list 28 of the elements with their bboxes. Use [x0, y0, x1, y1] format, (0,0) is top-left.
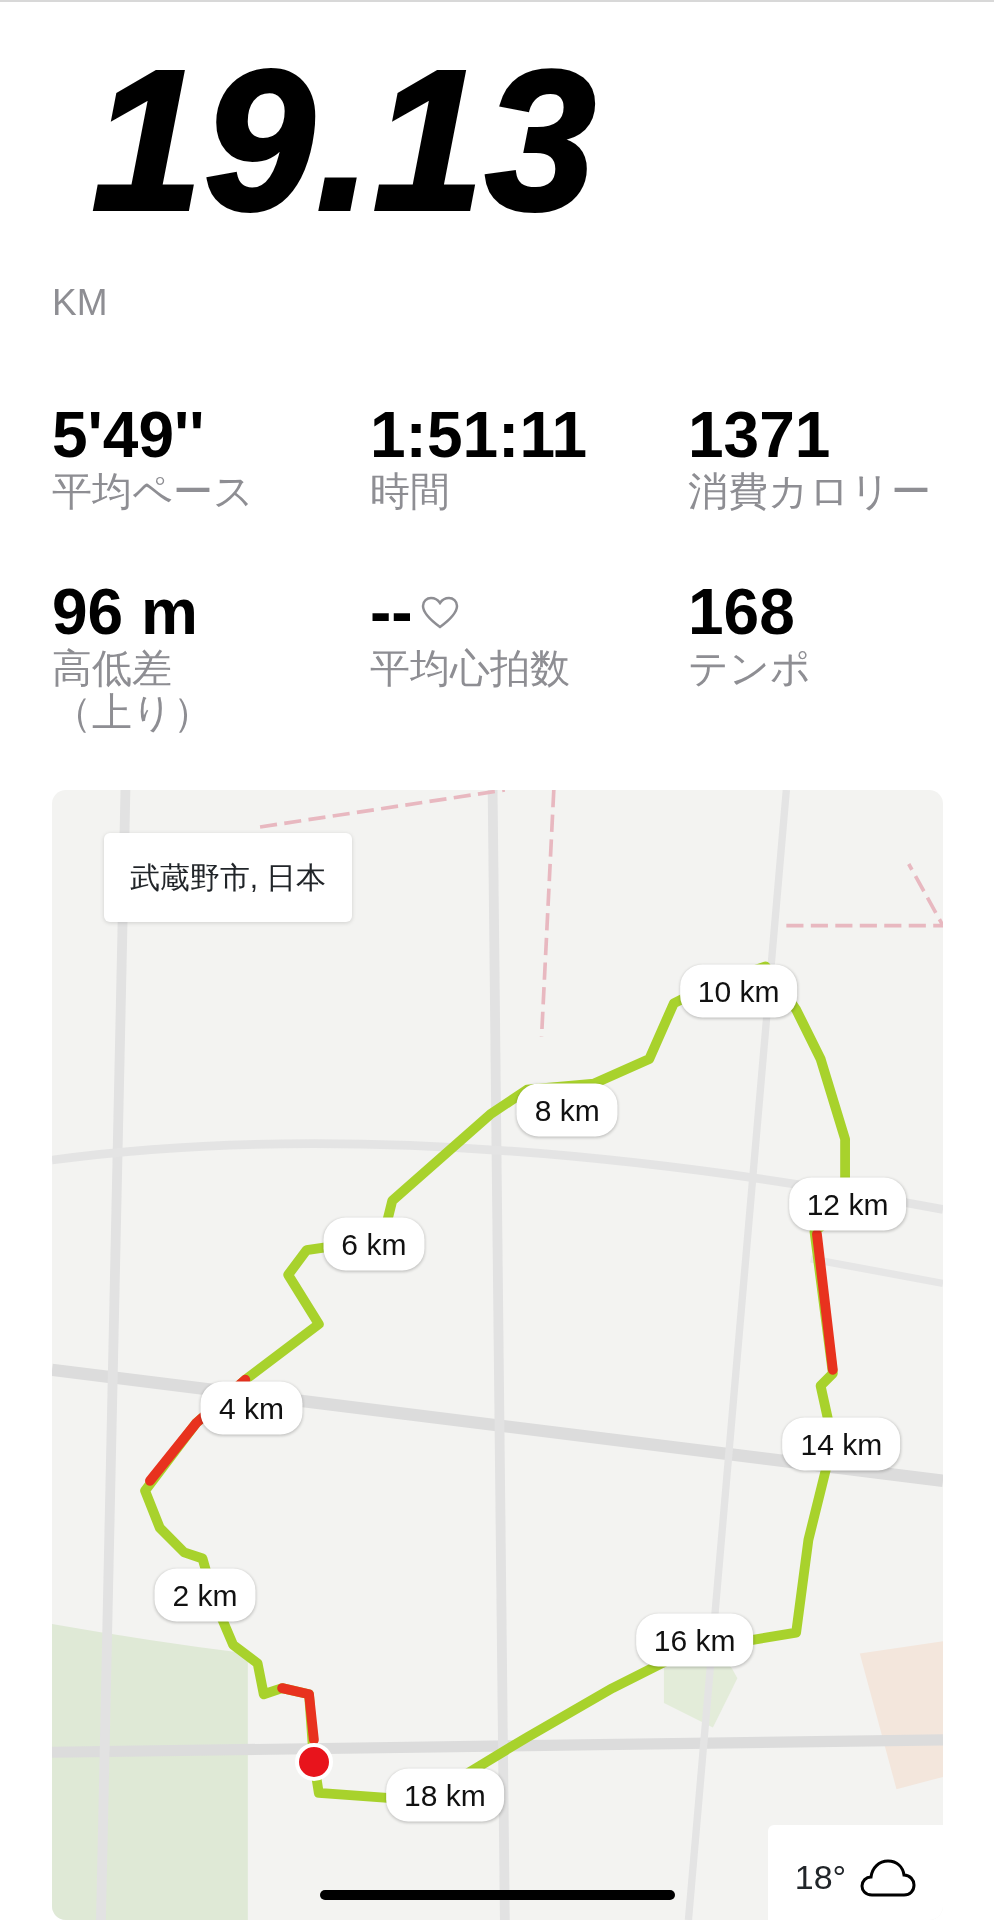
distance-marker: 2 km — [154, 1568, 256, 1622]
stat-label: （上り） — [52, 690, 213, 735]
distance-marker: 12 km — [788, 1177, 907, 1231]
location-label: 武蔵野市, 日本 — [103, 833, 353, 923]
stat-label: 時間 — [370, 469, 450, 514]
stat-label: テンポ — [688, 646, 811, 691]
stat-value: 168 — [688, 579, 795, 647]
stat-value: 5'49'' — [52, 402, 205, 470]
distance-marker: 14 km — [782, 1417, 901, 1471]
distance-marker: 10 km — [679, 964, 798, 1018]
stat-value: 1371 — [688, 402, 831, 470]
stat-label: 高低差 — [52, 646, 172, 691]
stat-label: 平均心拍数 — [370, 646, 570, 691]
distance-marker: 16 km — [635, 1613, 754, 1667]
stat-label: 平均ペース — [52, 469, 254, 514]
temperature-text: 18° — [794, 1857, 847, 1899]
distance-marker: 6 km — [323, 1217, 425, 1271]
heart-icon — [420, 595, 459, 630]
stat-value: 96 m — [52, 579, 198, 647]
distance-value: 19.13 — [92, 42, 598, 240]
distance-marker: 4 km — [201, 1381, 302, 1435]
distance-unit: KM — [52, 284, 108, 321]
distance-marker: 8 km — [516, 1083, 618, 1137]
distance-marker: 18 km — [386, 1768, 504, 1822]
stat-value: -- — [370, 579, 413, 647]
stat-value: 1:51:11 — [370, 402, 588, 470]
stat-label: 消費カロリー — [688, 469, 931, 514]
cloud-icon — [860, 1857, 917, 1898]
